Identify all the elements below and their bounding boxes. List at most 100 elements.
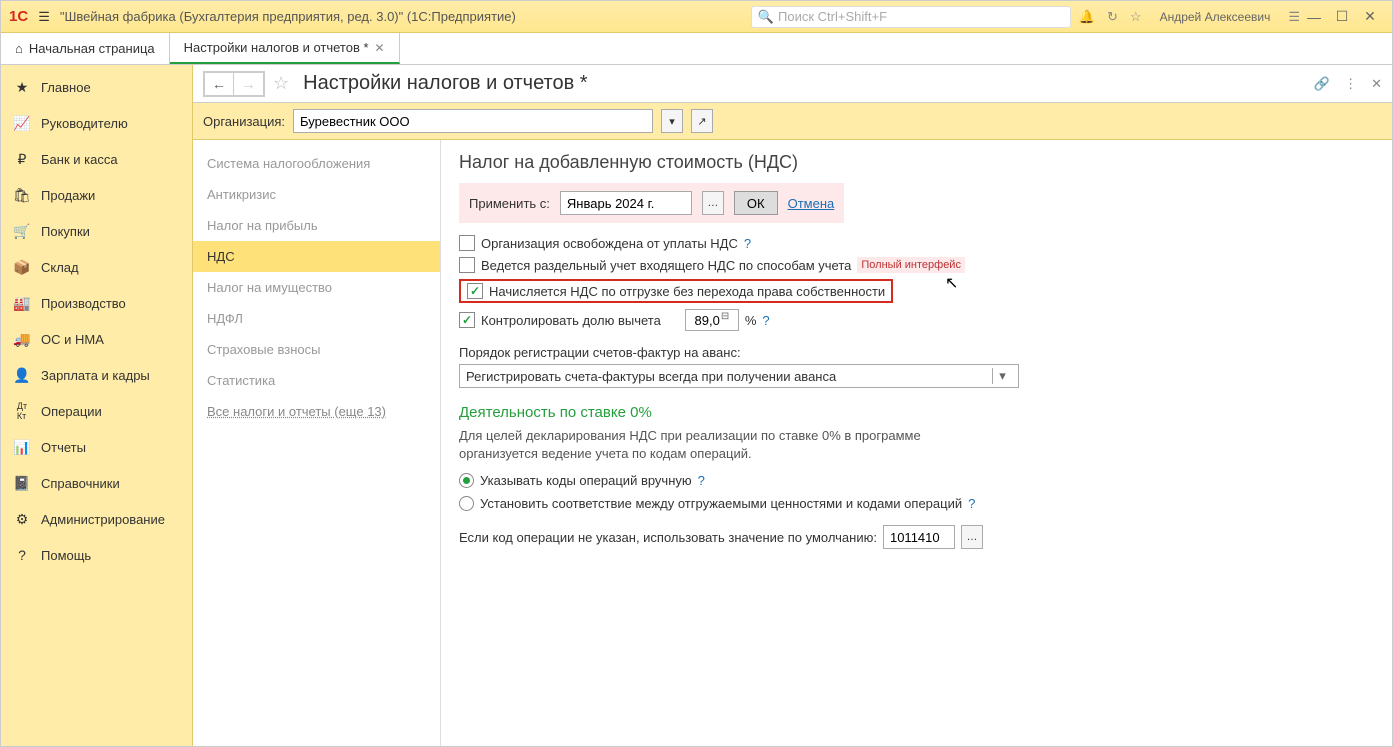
nav-help[interactable]: ?Помощь — [1, 537, 192, 573]
stepper-icon[interactable]: ⊟ — [721, 311, 737, 329]
apply-from-input[interactable] — [560, 191, 692, 215]
tab-home[interactable]: ⌂ Начальная страница — [1, 33, 170, 64]
help-icon[interactable]: ? — [762, 313, 769, 328]
app-title: "Швейная фабрика (Бухгалтерия предприяти… — [60, 9, 516, 24]
nav-admin[interactable]: ⚙Администрирование — [1, 501, 192, 537]
help-icon[interactable]: ? — [698, 473, 705, 488]
chk-separate-accounting[interactable] — [459, 257, 475, 273]
maximize-button[interactable]: ☐ — [1328, 8, 1356, 25]
close-button[interactable]: ✕ — [1356, 8, 1384, 25]
help-icon: ? — [13, 546, 31, 564]
radio-codes-manual-label: Указывать коды операций вручную — [480, 473, 692, 488]
person-icon: 👤 — [13, 366, 31, 384]
section-insurance[interactable]: Страховые взносы — [193, 334, 440, 365]
gear-icon: ⚙ — [13, 510, 31, 528]
section-ndfl[interactable]: НДФЛ — [193, 303, 440, 334]
nav-bank[interactable]: ₽Банк и касса — [1, 141, 192, 177]
chk-separate-label: Ведется раздельный учет входящего НДС по… — [481, 258, 851, 273]
home-icon: ⌂ — [15, 41, 23, 56]
cancel-link[interactable]: Отмена — [788, 196, 835, 211]
more-icon[interactable]: ⋮ — [1344, 76, 1357, 92]
user-name[interactable]: Андрей Алексеевич — [1160, 10, 1271, 24]
default-code-input[interactable] — [883, 525, 955, 549]
nav-manager[interactable]: 📈Руководителю — [1, 105, 192, 141]
close-tab-icon[interactable]: ✕ — [375, 41, 385, 55]
section-property-tax[interactable]: Налог на имущество — [193, 272, 440, 303]
menu-icon[interactable]: ☰ — [38, 9, 50, 25]
factory-icon: 🏭 — [13, 294, 31, 312]
search-icon: 🔍 — [758, 9, 774, 25]
book-icon: 📓 — [13, 474, 31, 492]
highlighted-checkbox-row: Начисляется НДС по отгрузке без перехода… — [459, 279, 893, 303]
chk-vat-exempt[interactable] — [459, 235, 475, 251]
tab-active-label: Настройки налогов и отчетов * — [184, 40, 369, 55]
nav-catalogs[interactable]: 📓Справочники — [1, 465, 192, 501]
dt-kt-icon: ДтКт — [13, 402, 31, 420]
nav-warehouse[interactable]: 📦Склад — [1, 249, 192, 285]
apply-from-picker-button[interactable]: … — [702, 191, 724, 215]
nav-operations[interactable]: ДтКтОперации — [1, 393, 192, 429]
full-interface-badge: Полный интерфейс — [857, 257, 965, 273]
star-icon[interactable]: ☆ — [1130, 9, 1142, 25]
zero-rate-description: Для целей декларирования НДС при реализа… — [459, 427, 999, 463]
invoice-order-label: Порядок регистрации счетов-фактур на ава… — [459, 345, 1374, 360]
bag-icon: 🛍 — [13, 186, 31, 204]
org-label: Организация: — [203, 114, 285, 129]
default-code-label: Если код операции не указан, использоват… — [459, 530, 877, 545]
section-profit-tax[interactable]: Налог на прибыль — [193, 210, 440, 241]
bell-icon[interactable]: 🔔 — [1079, 9, 1095, 25]
chk-vat-on-shipment[interactable] — [467, 283, 483, 299]
settings-icon[interactable]: ☰ — [1288, 9, 1300, 25]
nav-payroll[interactable]: 👤Зарплата и кадры — [1, 357, 192, 393]
global-search[interactable]: 🔍 Поиск Ctrl+Shift+F — [751, 6, 1071, 28]
back-button[interactable]: ← — [204, 72, 234, 96]
invoice-order-select[interactable]: Регистрировать счета-фактуры всегда при … — [459, 364, 1019, 388]
chk-control-deduction-label: Контролировать долю вычета — [481, 313, 661, 328]
nav-main[interactable]: ★Главное — [1, 69, 192, 105]
page-toolbar: ← → ☆ Настройки налогов и отчетов * 🔗 ⋮ … — [193, 65, 1392, 103]
default-code-picker-button[interactable]: … — [961, 525, 983, 549]
cart-icon: 🛒 — [13, 222, 31, 240]
bars-icon: 📊 — [13, 438, 31, 456]
chk-vat-on-shipment-label: Начисляется НДС по отгрузке без перехода… — [489, 284, 885, 299]
box-icon: 📦 — [13, 258, 31, 276]
org-dropdown-button[interactable]: ▾ — [661, 109, 683, 133]
organization-bar: Организация: ▾ ↗ — [193, 103, 1392, 140]
search-placeholder: Поиск Ctrl+Shift+F — [778, 9, 887, 24]
radio-codes-mapping[interactable] — [459, 496, 474, 511]
nav-sidebar: ★Главное 📈Руководителю ₽Банк и касса 🛍Пр… — [1, 65, 193, 746]
help-icon[interactable]: ? — [744, 236, 751, 251]
organization-input[interactable] — [293, 109, 653, 133]
chk-control-deduction[interactable] — [459, 312, 475, 328]
title-bar: 1С ☰ "Швейная фабрика (Бухгалтерия предп… — [1, 1, 1392, 33]
nav-purchases[interactable]: 🛒Покупки — [1, 213, 192, 249]
nav-reports[interactable]: 📊Отчеты — [1, 429, 192, 465]
forward-button[interactable]: → — [234, 72, 264, 96]
link-icon[interactable]: 🔗 — [1314, 76, 1330, 92]
section-anticrisis[interactable]: Антикризис — [193, 179, 440, 210]
star-filled-icon: ★ — [13, 78, 31, 96]
ruble-icon: ₽ — [13, 150, 31, 168]
nav-fixed-assets[interactable]: 🚚ОС и НМА — [1, 321, 192, 357]
help-icon[interactable]: ? — [968, 496, 975, 511]
favorite-icon[interactable]: ☆ — [273, 73, 289, 94]
nav-production[interactable]: 🏭Производство — [1, 285, 192, 321]
chevron-down-icon: ▾ — [992, 368, 1012, 384]
section-vat[interactable]: НДС — [193, 241, 440, 272]
ok-button[interactable]: ОК — [734, 191, 778, 215]
nav-sales[interactable]: 🛍Продажи — [1, 177, 192, 213]
section-all-taxes-link[interactable]: Все налоги и отчеты (еще 13) — [193, 396, 440, 427]
page-title: Настройки налогов и отчетов * — [303, 72, 587, 95]
chart-icon: 📈 — [13, 114, 31, 132]
zero-rate-heading: Деятельность по ставке 0% — [459, 404, 1374, 421]
close-page-icon[interactable]: ✕ — [1371, 76, 1382, 92]
history-icon[interactable]: ↻ — [1107, 9, 1118, 25]
minimize-button[interactable]: — — [1300, 9, 1328, 25]
section-tax-system[interactable]: Система налогообложения — [193, 148, 440, 179]
chk-vat-exempt-label: Организация освобождена от уплаты НДС — [481, 236, 738, 251]
apply-from-row: Применить с: … ОК Отмена — [459, 183, 844, 223]
org-open-button[interactable]: ↗ — [691, 109, 713, 133]
section-statistics[interactable]: Статистика — [193, 365, 440, 396]
radio-codes-manual[interactable] — [459, 473, 474, 488]
tab-tax-settings[interactable]: Настройки налогов и отчетов * ✕ — [170, 33, 400, 64]
